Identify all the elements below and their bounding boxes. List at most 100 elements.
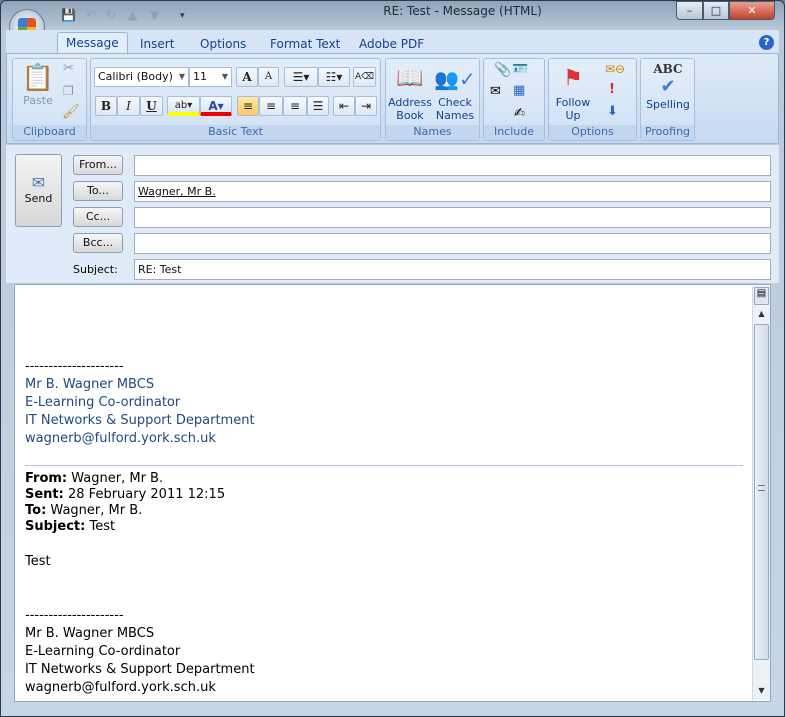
tab-insert[interactable]: Insert [132,34,182,54]
customize-qat-icon[interactable]: ▾ [180,11,185,21]
signature-name: Mr B. Wagner MBCS [25,377,155,392]
align-center-button[interactable]: ≡ [259,96,283,116]
copy-icon[interactable]: ❐ [63,84,74,98]
save-icon[interactable]: 💾 [61,8,76,22]
value: 28 February 2011 12:15 [68,487,226,502]
tab-options[interactable]: Options [192,34,254,54]
close-button[interactable]: ✕ [729,1,775,20]
send-button[interactable]: ✉ Send [15,154,62,227]
tab-message[interactable]: Message [57,32,128,54]
send-envelope-icon: ✉ [31,173,46,192]
subject-field[interactable]: RE: Test [134,259,771,280]
signature-separator: --------------------- [25,359,124,374]
bcc-button[interactable]: Bcc... [73,233,123,253]
bcc-field[interactable] [134,233,771,254]
group-label: Clipboard [13,125,86,140]
clear-formatting-icon[interactable]: A⌫ [353,67,376,87]
signature2-name: Mr B. Wagner MBCS [25,626,155,641]
minimize-button[interactable]: – [676,1,703,20]
bullets-button[interactable]: ☰▾ [284,67,318,87]
to-field[interactable]: Wagner, Mr B. [134,181,771,202]
attach-item-icon[interactable]: ✉ [490,84,501,99]
paste-icon: 📋 [21,63,55,93]
from-button[interactable]: From... [73,155,123,175]
highlight-button[interactable]: ab▾ [167,96,200,116]
align-right-button[interactable]: ≡ [283,96,307,116]
align-left-button[interactable]: ≡ [237,96,259,116]
cc-button[interactable]: Cc... [73,207,123,227]
shrink-font-button[interactable]: A [258,67,279,87]
bold-button[interactable]: B [95,96,117,116]
grip-icon [758,485,765,491]
permission-icon[interactable]: ✉⊖ [605,62,625,76]
from-field[interactable] [134,155,771,176]
ruler-toggle-icon[interactable]: ▤ [754,287,769,305]
group-label: Names [386,125,479,140]
send-label: Send [24,192,53,205]
justify-button[interactable]: ☰ [307,96,329,116]
value: Wagner, Mr B. [50,503,143,518]
font-color-button[interactable]: A▾ [200,96,232,116]
quote-subject: Subject: Test [25,518,115,536]
business-card-icon[interactable]: 🪪 [512,62,528,77]
scrollbar-thumb[interactable] [754,324,769,660]
follow-up-label: Follow Up [555,96,591,122]
to-button[interactable]: To... [73,181,123,201]
grow-font-button[interactable]: A [236,67,258,87]
paste-button[interactable]: 📋 Paste [20,62,56,107]
signature2-email: wagnerb@fulford.york.sch.uk [25,680,216,695]
spelling-button[interactable]: ABC ✔ Spelling [643,62,693,111]
format-painter-icon[interactable]: 🖌 [62,104,80,120]
check-names-icon: 👥✓ [434,67,476,91]
calendar-icon[interactable]: ▦ [513,83,525,98]
subject-label: Subject: [73,263,118,276]
low-importance-icon[interactable]: ⬇ [607,104,618,119]
undo-icon[interactable]: ↶ [86,8,96,22]
numbering-button[interactable]: ☷▾ [318,67,350,87]
check-names-button[interactable]: 👥✓ Check Names [434,62,476,122]
font-name-value: Calibri (Body) [98,70,173,83]
signature-dept: IT Networks & Support Department [25,413,255,428]
italic-button[interactable]: I [117,96,140,116]
decrease-indent-button[interactable]: ⇤ [333,96,355,116]
check-names-label: Check Names [435,96,475,122]
group-label: Proofing [641,125,694,140]
label: Subject: [25,519,86,534]
group-label: Options [549,125,636,140]
redo-icon[interactable]: ↻ [106,8,116,22]
attach-file-icon[interactable]: 📎 [494,62,511,78]
signature-icon[interactable]: ✍ [514,106,525,121]
quote-message: Test [25,554,51,569]
group-label: Include [484,125,544,140]
maximize-button[interactable]: □ [703,1,729,20]
label: Sent: [25,487,64,502]
signature-role: E-Learning Co-ordinator [25,395,181,410]
signature2-separator: --------------------- [25,608,124,623]
font-name-combo[interactable]: Calibri (Body) ▼ [94,67,189,87]
cut-icon[interactable]: ✂ [63,61,74,76]
font-size-combo[interactable]: 11 ▼ [189,67,232,87]
scroll-down-arrow[interactable]: ▼ [754,686,769,695]
chevron-down-icon: ▼ [178,72,185,81]
address-book-button[interactable]: 📖 Address Book [388,62,432,122]
address-book-label: Address Book [388,96,432,122]
underline-button[interactable]: U [140,96,163,116]
follow-up-button[interactable]: ⚑ Follow Up [552,62,594,122]
high-importance-icon[interactable]: ! [609,82,615,97]
font-size-value: 11 [193,70,207,83]
signature2-dept: IT Networks & Support Department [25,662,255,677]
tab-format-text[interactable]: Format Text [262,34,348,54]
window-title: RE: Test - Message (HTML) [383,4,542,18]
up-icon[interactable]: ▲ [128,8,137,22]
spelling-label: Spelling [646,98,690,111]
tab-adobe-pdf[interactable]: Adobe PDF [351,34,432,54]
cc-field[interactable] [134,207,771,228]
address-book-icon: 📖 [396,66,424,91]
signature-email: wagnerb@fulford.york.sch.uk [25,431,216,446]
increase-indent-button[interactable]: ⇥ [355,96,377,116]
group-label: Basic Text [91,125,380,140]
checkmark-icon: ✔ [660,76,676,97]
help-icon[interactable]: ? [759,35,774,50]
scroll-up-arrow[interactable]: ▲ [754,309,769,318]
down-icon[interactable]: ▼ [150,8,159,22]
